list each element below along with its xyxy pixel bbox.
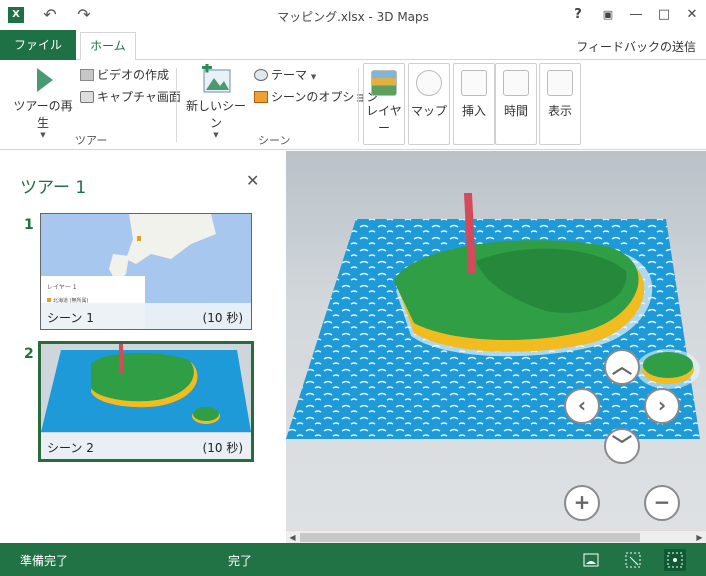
- capture-screen-button[interactable]: キャプチャ画面: [80, 88, 181, 105]
- create-video-label: ビデオの作成: [97, 68, 170, 82]
- scrollbar-thumb[interactable]: [300, 533, 640, 542]
- layers-icon: [371, 70, 397, 96]
- play-icon: [37, 68, 53, 92]
- status-bar: 準備完了 完了: [0, 543, 706, 576]
- map-view[interactable]: ︿ ‹ › ﹀ + − ◀ ▶: [286, 151, 706, 543]
- new-scene-button[interactable]: 新しいシーン ▼: [184, 62, 248, 139]
- ribbon-separator: [176, 68, 177, 142]
- view-panes-icon: [547, 70, 573, 96]
- tour-title: ツアー 1: [20, 178, 87, 198]
- minimize-button[interactable]: —: [624, 4, 648, 26]
- close-icon[interactable]: ✕: [246, 171, 259, 190]
- scene-number: 1: [24, 217, 34, 233]
- status-ready: 準備完了: [20, 554, 69, 568]
- insert-button[interactable]: 挿入: [453, 63, 495, 145]
- map-label: マップ: [410, 104, 447, 118]
- chevron-down-icon: ▼: [310, 73, 317, 81]
- ribbon-display-icon[interactable]: ▣: [596, 4, 620, 26]
- scene-caption: シーン 2 (10 秒): [41, 433, 251, 459]
- ribbon: ツアーの再生 ▼ ビデオの作成 キャプチャ画面 ツアー 新しいシーン ▼ テーマ…: [0, 60, 706, 150]
- play-tour-button[interactable]: ツアーの再生 ▼: [8, 66, 78, 139]
- scene-card-2[interactable]: シーン 2 (10 秒): [38, 341, 254, 462]
- layer-pane-icon[interactable]: [664, 549, 686, 571]
- scroll-left-icon[interactable]: ◀: [286, 531, 299, 543]
- new-scene-label: 新しいシーン: [185, 99, 246, 130]
- rotate-right-button[interactable]: ›: [644, 388, 680, 424]
- restore-button[interactable]: □: [652, 4, 676, 26]
- scene-card-1[interactable]: レイヤー 1 北海道 (無所属) シーン 1 (10 秒): [40, 213, 252, 330]
- scene-caption: シーン 1 (10 秒): [41, 303, 251, 329]
- create-video-button[interactable]: ビデオの作成: [80, 66, 169, 83]
- tour-group-label: ツアー: [75, 134, 108, 147]
- scene-options-icon: [254, 91, 268, 103]
- scene-name: シーン 2: [47, 441, 94, 455]
- scene-duration: (10 秒): [202, 441, 243, 455]
- new-scene-icon: [202, 62, 231, 93]
- insert-icon: [461, 70, 487, 96]
- theme-label: テーマ: [271, 68, 308, 82]
- feedback-link[interactable]: フィードバックの送信: [576, 38, 696, 55]
- scene-options-button[interactable]: シーンのオプション: [254, 88, 378, 105]
- capture-screen-label: キャプチャ画面: [97, 90, 181, 104]
- globe-icon: [254, 69, 268, 81]
- calendar-clock-icon: [503, 70, 529, 96]
- ribbon-separator: [358, 68, 359, 142]
- scene-group-label: シーン: [258, 134, 291, 147]
- chevron-down-icon: ▼: [40, 131, 46, 139]
- view-label: 表示: [547, 104, 572, 118]
- video-icon: [80, 69, 94, 81]
- layer-label: レイヤー: [366, 104, 402, 135]
- tour-editor-icon[interactable]: [580, 549, 602, 571]
- scene-duration: (10 秒): [202, 311, 243, 325]
- chevron-down-icon: ▼: [213, 131, 219, 139]
- ribbon-tabs: ファイル ホーム フィードバックの送信: [0, 30, 706, 61]
- insert-label: 挿入: [461, 104, 486, 118]
- scroll-right-icon[interactable]: ▶: [693, 531, 706, 543]
- field-list-icon[interactable]: [622, 549, 644, 571]
- rotate-left-button[interactable]: ‹: [564, 388, 600, 424]
- horizontal-scrollbar[interactable]: ◀ ▶: [286, 530, 706, 543]
- tour-editor-panel: ツアー 1 ✕ 1 レイヤー 1 北海道 (無所属) シーン 1 (10 秒) …: [0, 151, 285, 543]
- title-bar: X ↶ ↷ マッピング.xlsx - 3D Maps ? ▣ — □ ✕: [0, 0, 706, 30]
- map-button[interactable]: マップ: [408, 63, 450, 145]
- scene-name: シーン 1: [47, 311, 94, 325]
- status-done: 完了: [228, 554, 253, 568]
- tab-home[interactable]: ホーム: [80, 32, 136, 61]
- view-button[interactable]: 表示: [539, 63, 581, 145]
- help-button[interactable]: ?: [566, 4, 590, 26]
- time-button[interactable]: 時間: [495, 63, 537, 145]
- time-label: 時間: [503, 104, 528, 118]
- camera-icon: [80, 91, 94, 103]
- layer-button[interactable]: レイヤー: [363, 63, 405, 145]
- island-3d-map: [286, 193, 700, 439]
- theme-button[interactable]: テーマ ▼: [254, 66, 316, 83]
- zoom-in-button[interactable]: +: [564, 485, 600, 521]
- globe-icon: [416, 70, 442, 96]
- scene-number: 2: [24, 346, 34, 362]
- zoom-out-button[interactable]: −: [644, 485, 680, 521]
- tilt-down-button[interactable]: ﹀: [604, 428, 640, 464]
- play-tour-label: ツアーの再生: [13, 99, 73, 130]
- tilt-up-button[interactable]: ︿: [604, 349, 640, 385]
- close-button[interactable]: ✕: [680, 4, 704, 26]
- tab-file[interactable]: ファイル: [0, 30, 76, 60]
- legend-title: レイヤー 1: [47, 284, 77, 291]
